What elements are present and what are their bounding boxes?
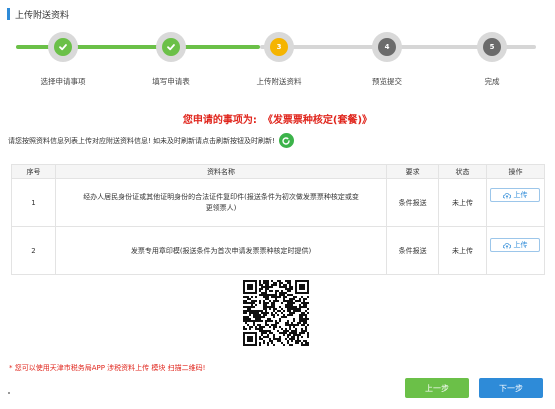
step-5-marker: 5	[477, 32, 507, 62]
check-icon	[54, 38, 72, 56]
headline-prefix: 您申请的事项为:	[182, 115, 257, 126]
step-4-marker: 4	[372, 32, 402, 62]
row-index: 1	[11, 178, 56, 227]
table-header-row: 序号 资料名称 要求 状态 操作	[11, 164, 546, 179]
next-step-button[interactable]: 下一步	[479, 378, 543, 398]
row-document-name: 经办人居民身份证或其他证明身份的合法证件复印件(报送条件为初次做发票票种核定或变…	[54, 178, 388, 227]
step-3-number: 3	[270, 38, 288, 56]
row-action-cell: 上传	[485, 178, 546, 227]
page-header: 上传附送资料	[7, 7, 69, 21]
row-status: 未上传	[438, 226, 487, 275]
decorative-dot	[8, 392, 10, 394]
step-1: 选择申请事项	[8, 30, 118, 87]
row-index: 2	[11, 226, 56, 275]
step-4-label: 预览提交	[372, 77, 402, 86]
qr-code-icon	[243, 280, 309, 346]
previous-step-button[interactable]: 上一步	[405, 378, 469, 398]
step-3: 3 上传附送资料	[224, 30, 334, 87]
step-1-label: 选择申请事项	[40, 77, 86, 86]
col-header-index: 序号	[11, 164, 56, 179]
upload-button-label: 上传	[513, 191, 528, 199]
row-document-name: 发票专用章印模(报送条件为首次申请发票票种核定时提供)	[54, 226, 388, 275]
table-row: 1 经办人居民身份证或其他证明身份的合法证件复印件(报送条件为初次做发票票种核定…	[11, 178, 546, 227]
step-5-label: 完成	[484, 77, 500, 86]
col-header-status: 状态	[438, 164, 487, 179]
row-action-cell: 上传	[485, 226, 546, 275]
step-2: 填写申请表	[116, 30, 226, 87]
upload-notice: 请您按照资料信息列表上传对应附送资料信息! 如未及时刷新请点击刷新按钮及时刷新!	[8, 133, 294, 148]
step-3-marker: 3	[264, 32, 294, 62]
step-2-label: 填写申请表	[152, 77, 190, 86]
col-header-requirement: 要求	[386, 164, 440, 179]
step-2-marker	[156, 32, 186, 62]
col-header-action: 操作	[485, 164, 546, 179]
refresh-icon	[282, 136, 291, 145]
row-status: 未上传	[438, 178, 487, 227]
step-4: 4 预览提交	[332, 30, 442, 87]
step-5: 5 完成	[437, 30, 547, 87]
row-requirement: 条件报送	[386, 226, 440, 275]
row-requirement: 条件报送	[386, 178, 440, 227]
check-icon	[162, 38, 180, 56]
title-accent-bar	[7, 8, 10, 20]
step-5-number: 5	[483, 38, 501, 56]
upload-button-label: 上传	[513, 241, 528, 249]
selected-item-headline: 您申请的事项为: 《发票票种核定(套餐)》	[0, 111, 555, 126]
upload-icon	[503, 242, 512, 248]
upload-button[interactable]: 上传	[490, 188, 541, 202]
page-title: 上传附送资料	[15, 10, 70, 21]
step-4-number: 4	[378, 38, 396, 56]
attachments-table: 序号 资料名称 要求 状态 操作 1 经办人居民身份证或其他证明身份的合法证件复…	[11, 164, 546, 275]
notice-text: 请您按照资料信息列表上传对应附送资料信息! 如未及时刷新请点击刷新按钮及时刷新!	[8, 136, 275, 145]
app-scan-hint: * 您可以使用天津市税务局APP 涉税资料上传 模块 扫描二维码!	[9, 364, 206, 372]
progress-stepper: 选择申请事项 填写申请表 3 上传附送资料 4 预览提交 5 完成	[0, 30, 555, 100]
step-3-label: 上传附送资料	[256, 77, 302, 86]
headline-item: 《发票票种核定(套餐)》	[262, 115, 373, 126]
refresh-button[interactable]	[278, 133, 294, 148]
upload-button[interactable]: 上传	[490, 238, 541, 252]
col-header-name: 资料名称	[54, 164, 388, 179]
table-row: 2 发票专用章印模(报送条件为首次申请发票票种核定时提供) 条件报送 未上传 上…	[11, 226, 546, 275]
step-1-marker	[48, 32, 78, 62]
upload-icon	[503, 192, 512, 198]
